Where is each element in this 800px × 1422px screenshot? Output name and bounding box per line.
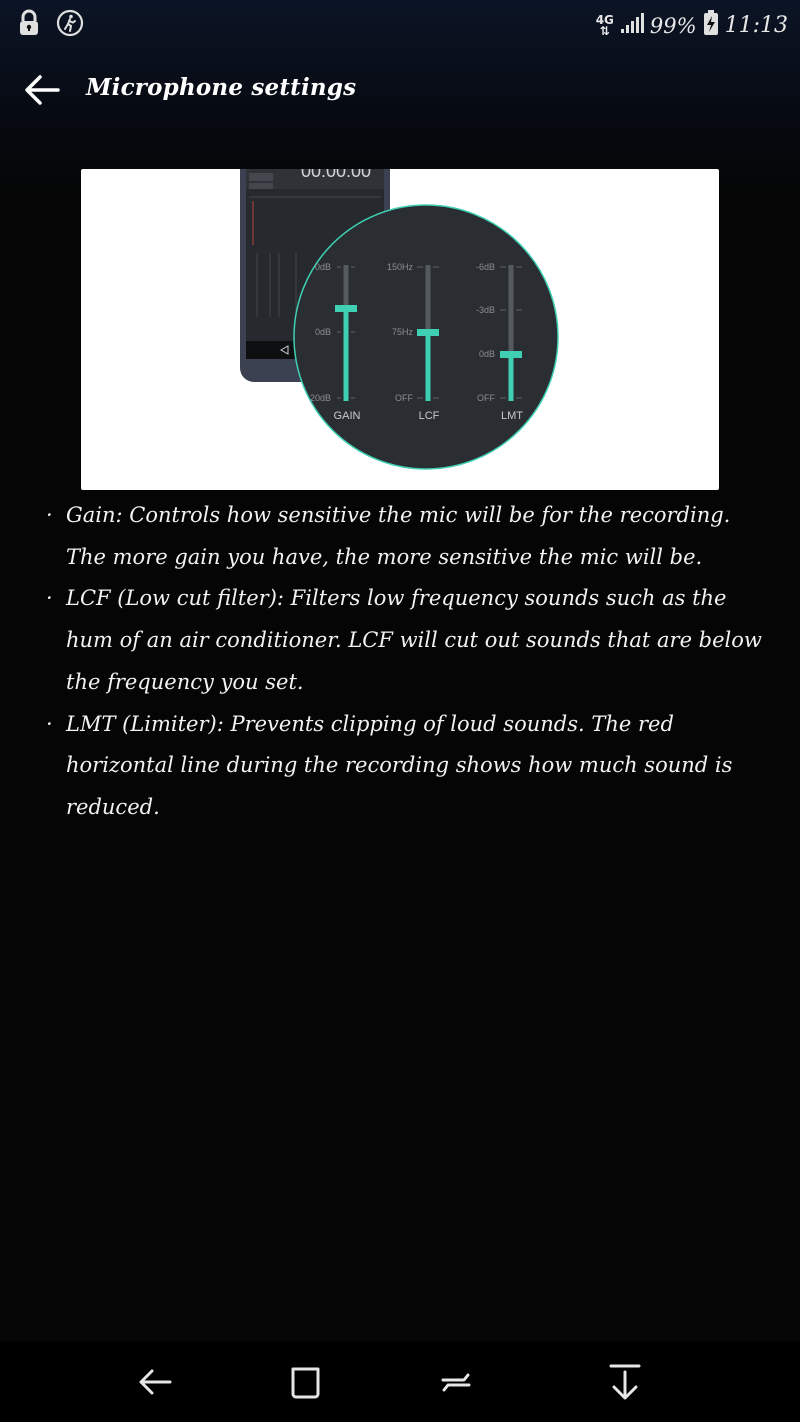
signal-icon bbox=[620, 12, 644, 39]
page-title: Microphone settings bbox=[86, 74, 357, 101]
accessibility-icon bbox=[56, 9, 84, 41]
nav-home-icon bbox=[284, 1367, 328, 1408]
battery-charging-icon bbox=[703, 10, 719, 41]
network-4g-icon: 4G ⇅ bbox=[595, 12, 614, 38]
gain-name: GAIN bbox=[334, 410, 361, 422]
clock: 11:13 bbox=[724, 13, 788, 38]
phone-timer: 00:00:00 bbox=[301, 169, 371, 181]
battery-percent: 99% bbox=[649, 13, 697, 38]
lcf-name: LCF bbox=[419, 410, 440, 422]
lmt-label-3: 0dB bbox=[479, 349, 495, 359]
lock-icon bbox=[18, 9, 40, 41]
lcf-label-mid: 75Hz bbox=[392, 327, 414, 337]
nav-recents-button[interactable] bbox=[434, 1360, 478, 1404]
list-item: · LCF (Low cut filter): Filters low frequ… bbox=[46, 578, 776, 703]
list-item: · LMT (Limiter): Prevents clipping of lou… bbox=[46, 704, 776, 829]
gain-description: Gain: Controls how sensitive the mic wil… bbox=[66, 503, 731, 569]
status-bar: 4G ⇅ 99% 11:13 bbox=[0, 0, 800, 46]
nav-recents-icon bbox=[434, 1373, 478, 1408]
lcf-description: LCF (Low cut filter): Filters low freque… bbox=[66, 586, 762, 694]
lmt-description: LMT (Limiter): Prevents clipping of loud… bbox=[66, 711, 733, 819]
description-list: · Gain: Controls how sensitive the mic wi… bbox=[46, 495, 776, 829]
lmt-label-2: -3dB bbox=[476, 305, 495, 315]
gain-label-top: 0dB bbox=[315, 262, 331, 272]
lcf-label-top: 150Hz bbox=[387, 262, 414, 272]
app-bar: Microphone settings bbox=[0, 58, 800, 122]
bullet-dot: · bbox=[46, 503, 53, 527]
microphone-settings-illustration: 00:00:00 0dB 0dB 20dB GAIN 150Hz 75Hz OF… bbox=[81, 169, 719, 490]
gain-label-bottom: 20dB bbox=[310, 393, 331, 403]
nav-back-icon bbox=[134, 1369, 178, 1408]
zoom-circle: 0dB 0dB 20dB GAIN 150Hz 75Hz OFF LCF -6d… bbox=[293, 204, 559, 470]
back-button[interactable] bbox=[22, 70, 64, 110]
nav-hide-icon bbox=[603, 1364, 647, 1408]
lmt-label-1: -6dB bbox=[476, 262, 495, 272]
bullet-dot: · bbox=[46, 711, 53, 736]
nav-home-button[interactable] bbox=[284, 1360, 328, 1404]
lmt-label-4: OFF bbox=[477, 393, 495, 403]
lmt-name: LMT bbox=[501, 410, 523, 422]
navigation-bar bbox=[0, 1342, 800, 1422]
gain-label-mid: 0dB bbox=[315, 327, 331, 337]
screen: 4G ⇅ 99% 11:13 Microphone settings 00:00… bbox=[0, 0, 800, 1422]
bullet-dot: · bbox=[46, 586, 53, 611]
lcf-label-bottom: OFF bbox=[395, 393, 413, 403]
list-item: · Gain: Controls how sensitive the mic wi… bbox=[46, 495, 776, 578]
back-arrow-icon bbox=[22, 75, 64, 114]
nav-back-button[interactable] bbox=[134, 1360, 178, 1404]
nav-hide-button[interactable] bbox=[603, 1360, 647, 1404]
